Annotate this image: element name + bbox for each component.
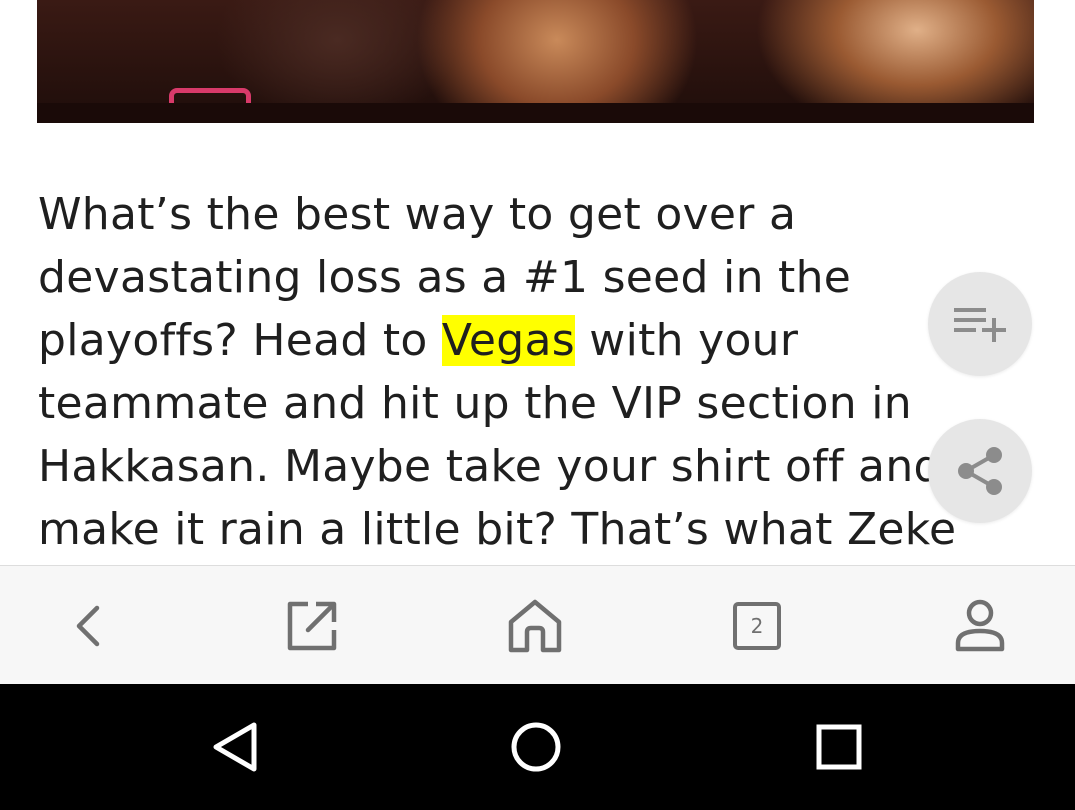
- open-external-icon: [287, 601, 337, 650]
- share-button[interactable]: [928, 419, 1032, 523]
- system-back-button[interactable]: [164, 684, 304, 810]
- hero-image-bottom-band: [37, 103, 1034, 123]
- tabs-button[interactable]: 2: [697, 566, 817, 685]
- tab-count: 2: [750, 613, 764, 638]
- person-icon: [955, 599, 1005, 651]
- share-icon: [958, 447, 1002, 495]
- triangle-back-icon: [213, 722, 257, 772]
- square-recents-icon: [816, 724, 862, 770]
- browser-toolbar: 2: [0, 565, 1075, 684]
- system-navigation-bar: [0, 684, 1075, 810]
- search-highlight: Vegas: [441, 315, 575, 366]
- back-button[interactable]: [28, 566, 148, 685]
- article-body: What’s the best way to get over a devast…: [38, 183, 1038, 565]
- playlist-add-icon: [954, 308, 1006, 342]
- add-to-list-button[interactable]: [928, 272, 1032, 376]
- account-button[interactable]: [920, 566, 1040, 685]
- open-external-button[interactable]: [252, 566, 372, 685]
- circle-home-icon: [511, 722, 561, 772]
- home-button[interactable]: [475, 566, 595, 685]
- system-recents-button[interactable]: [769, 684, 909, 810]
- chevron-left-icon: [76, 605, 100, 646]
- system-home-button[interactable]: [466, 684, 606, 810]
- home-icon: [508, 599, 562, 652]
- article-hero-image: [37, 0, 1034, 123]
- article-paragraph: What’s the best way to get over a devast…: [38, 183, 1038, 565]
